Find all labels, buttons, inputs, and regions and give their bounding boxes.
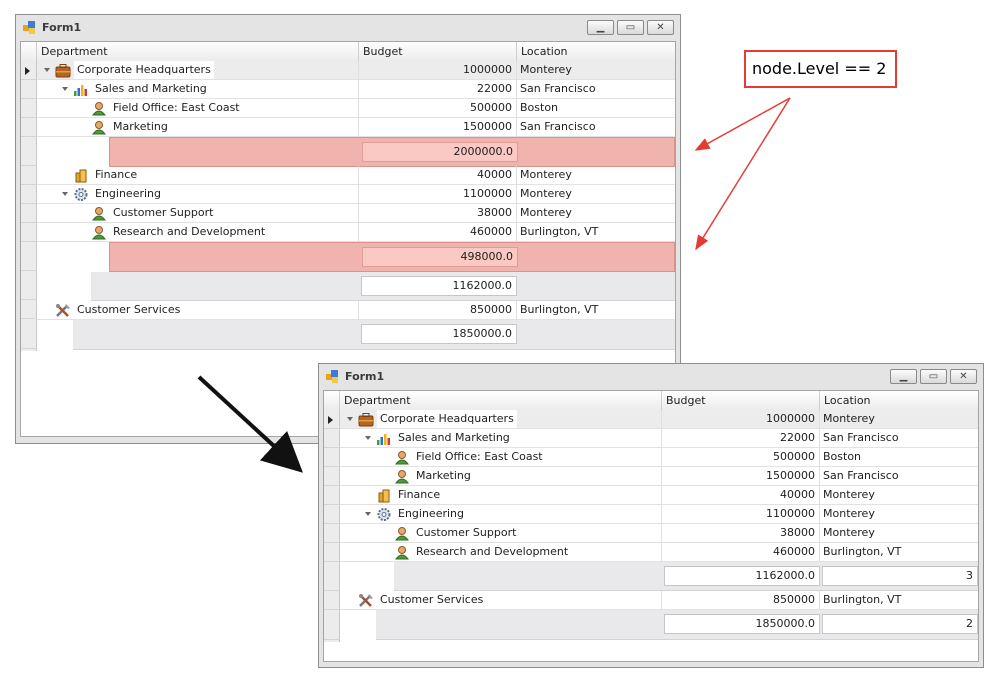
- arrow-to-sales-footer: [694, 97, 791, 151]
- arrow-to-engineering-footer: [695, 97, 791, 251]
- annotation-arrows: [197, 97, 791, 473]
- arrow-to-second-window: [197, 375, 303, 473]
